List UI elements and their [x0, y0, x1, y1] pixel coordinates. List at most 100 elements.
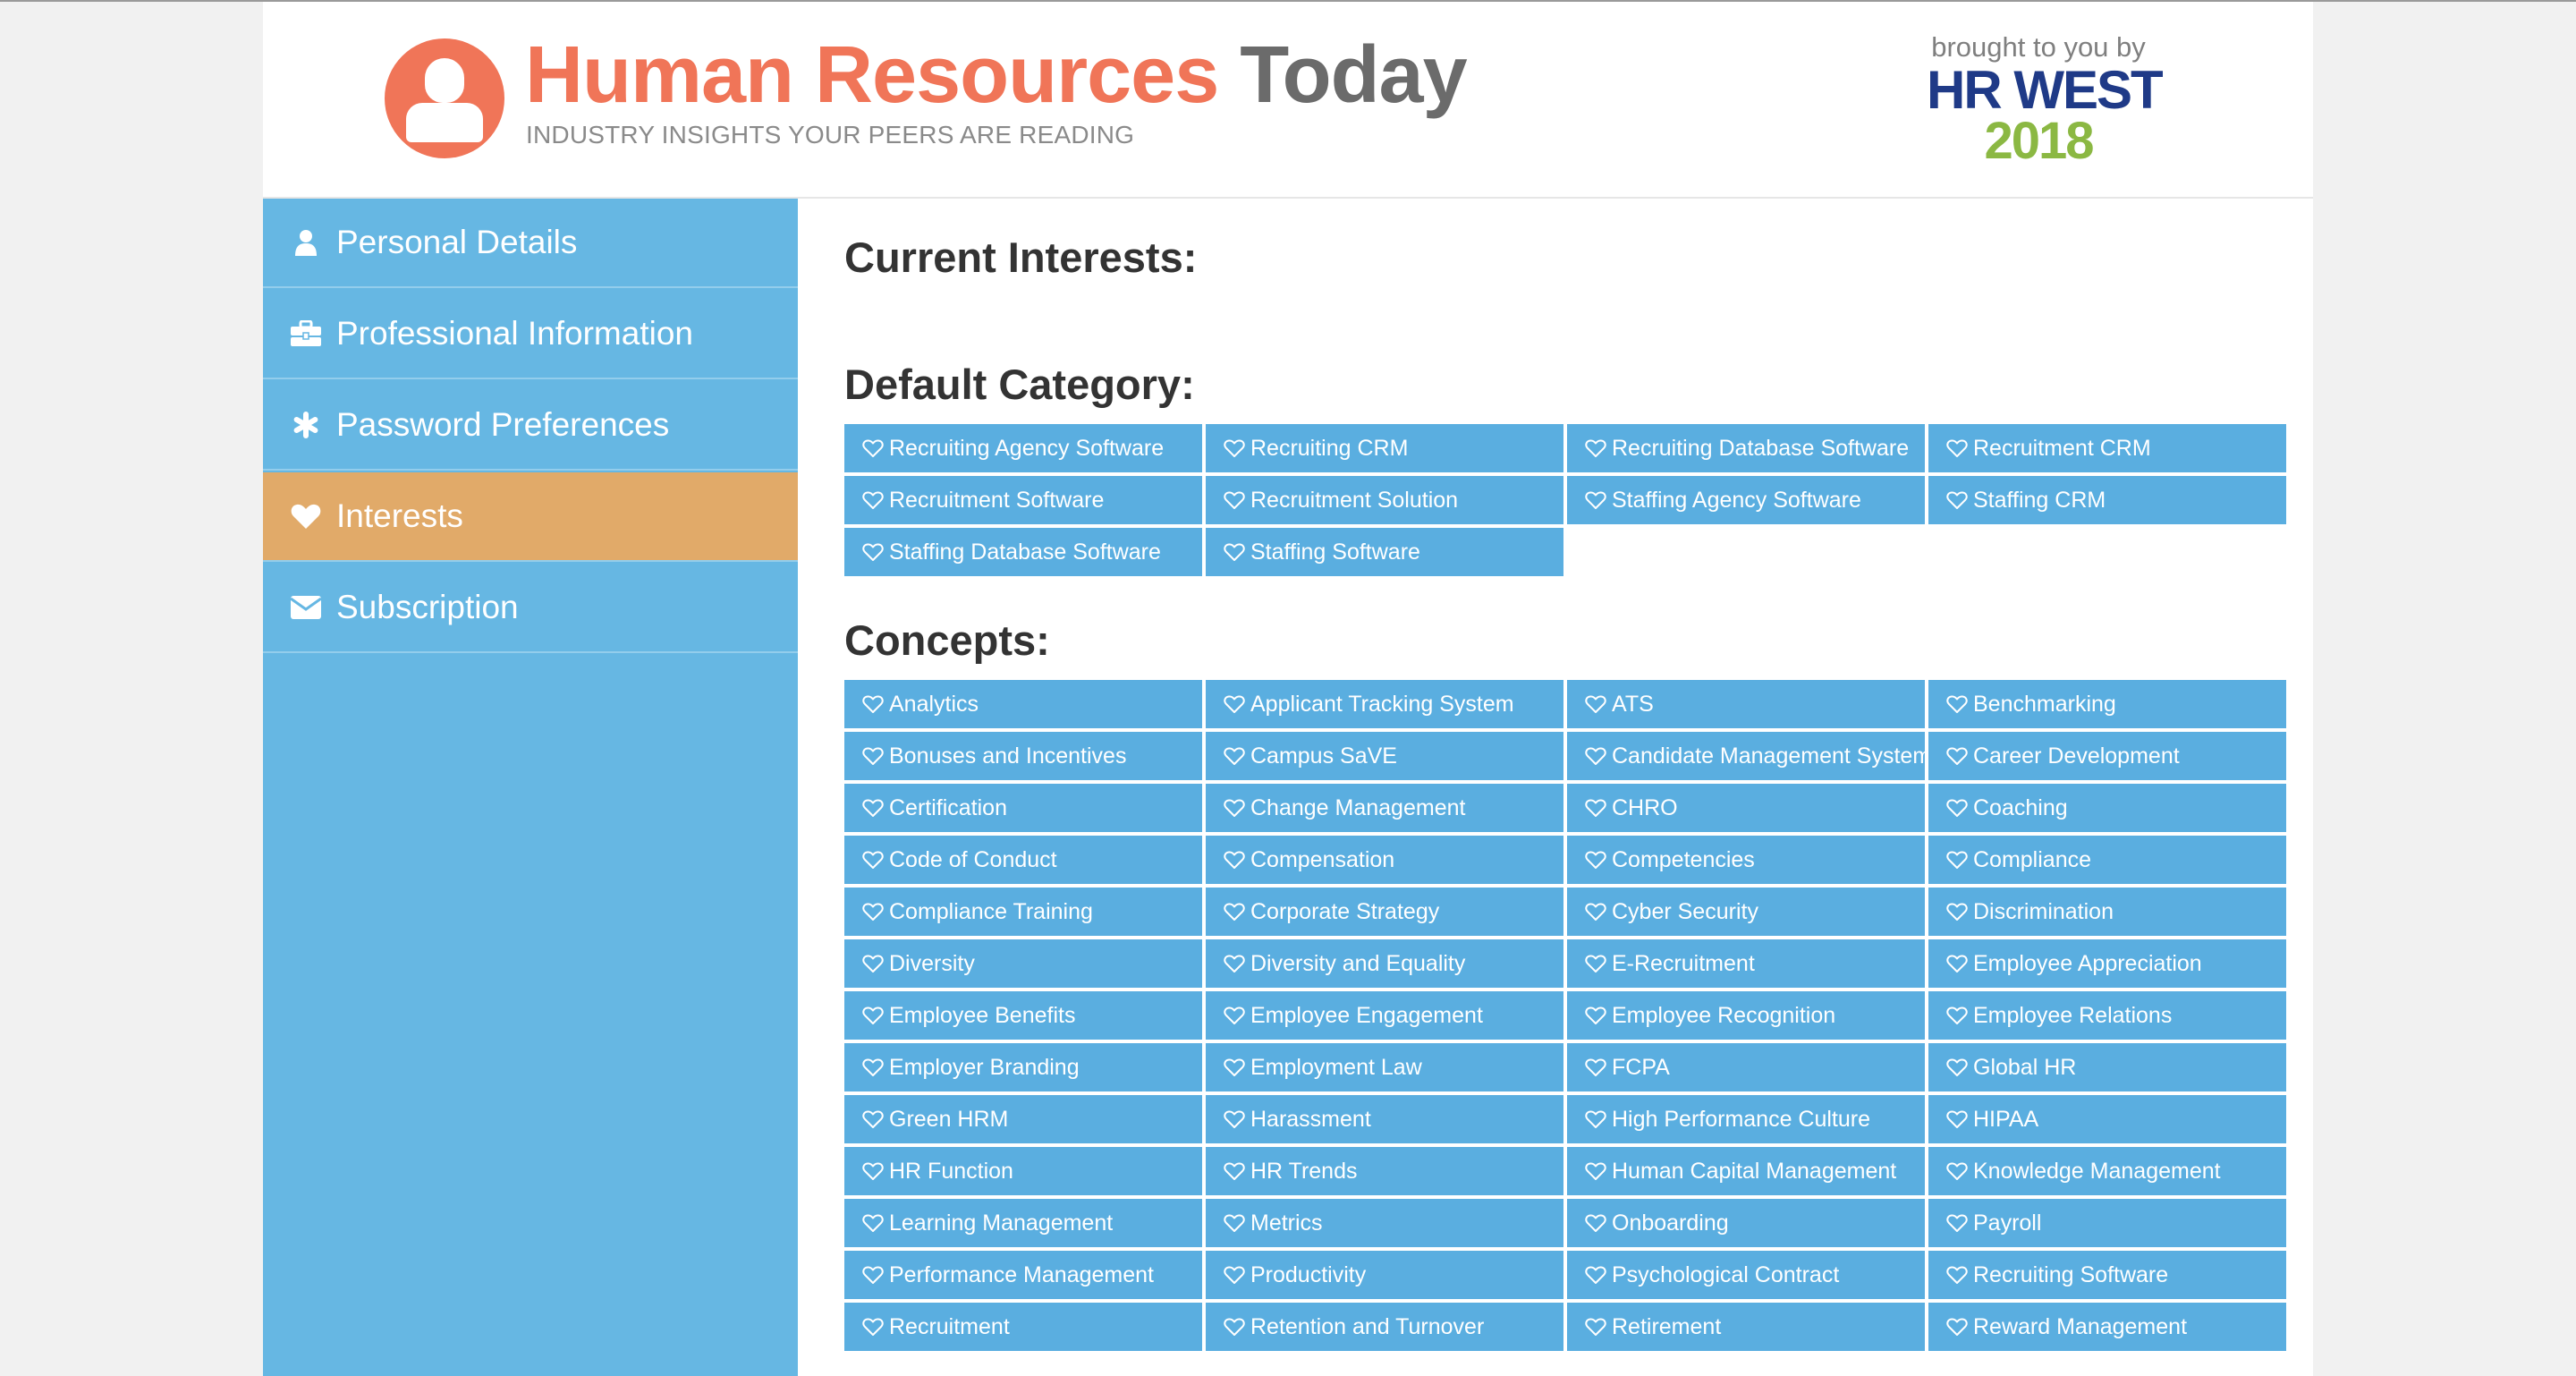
interest-tag[interactable]: Staffing Software [1206, 528, 1563, 576]
interest-tag[interactable]: Coaching [1928, 784, 2286, 832]
sidebar-item-personal-details[interactable]: Personal Details [263, 199, 798, 288]
interest-tag-label: Metrics [1250, 1210, 1323, 1236]
interest-tag[interactable]: High Performance Culture [1567, 1095, 1925, 1143]
interest-tag[interactable]: HIPAA [1928, 1095, 2286, 1143]
heart-outline-icon [1585, 747, 1606, 765]
interest-tag[interactable]: Human Capital Management [1567, 1147, 1925, 1195]
interest-tag[interactable]: Employee Engagement [1206, 991, 1563, 1040]
interest-tag-label: Recruiting Agency Software [889, 435, 1165, 461]
interest-tag[interactable]: Employee Appreciation [1928, 939, 2286, 988]
sponsor-logo[interactable]: brought to you by HR WEST 2018 [1927, 31, 2164, 175]
interest-tag[interactable]: Competencies [1567, 836, 1925, 884]
heart-outline-icon [862, 799, 884, 817]
interest-tag[interactable]: Diversity and Equality [1206, 939, 1563, 988]
interest-tag[interactable]: Recruitment CRM [1928, 424, 2286, 472]
interest-tag[interactable]: Recruitment [844, 1303, 1202, 1351]
heart-outline-icon [1585, 1007, 1606, 1024]
heart-outline-icon [1585, 1318, 1606, 1336]
interest-tag[interactable]: Corporate Strategy [1206, 888, 1563, 936]
interest-tag[interactable]: Learning Management [844, 1199, 1202, 1247]
interest-tag-label: Global HR [1973, 1054, 2077, 1080]
interest-tag-label: Campus SaVE [1250, 743, 1397, 769]
heart-outline-icon [862, 1007, 884, 1024]
interest-tag[interactable]: Recruitment Solution [1206, 476, 1563, 524]
person-logo-icon[interactable] [385, 38, 504, 158]
interest-tag[interactable]: Recruiting CRM [1206, 424, 1563, 472]
interest-tag[interactable]: CHRO [1567, 784, 1925, 832]
interest-tag[interactable]: Compliance [1928, 836, 2286, 884]
sidebar-item-subscription[interactable]: Subscription [263, 564, 798, 653]
sidebar-item-password-preferences[interactable]: Password Preferences [263, 381, 798, 471]
interest-tag[interactable]: Code of Conduct [844, 836, 1202, 884]
interest-tag[interactable]: Onboarding [1567, 1199, 1925, 1247]
interest-tag[interactable]: Cyber Security [1567, 888, 1925, 936]
interest-tag[interactable]: Global HR [1928, 1043, 2286, 1091]
interest-tag[interactable]: Campus SaVE [1206, 732, 1563, 780]
interest-tag[interactable]: Recruiting Database Software [1567, 424, 1925, 472]
site-title-part2: Today [1240, 30, 1467, 120]
interest-tag[interactable]: Employee Relations [1928, 991, 2286, 1040]
interest-tag[interactable]: Psychological Contract [1567, 1251, 1925, 1299]
heart-outline-icon [1946, 851, 1968, 869]
interest-tag[interactable]: Compliance Training [844, 888, 1202, 936]
interest-tag[interactable]: Recruiting Software [1928, 1251, 2286, 1299]
interest-tag-label: Analytics [889, 691, 979, 717]
heart-outline-icon [1946, 491, 1968, 509]
interest-tag[interactable]: ATS [1567, 680, 1925, 728]
heart-outline-icon [862, 747, 884, 765]
interest-tag[interactable]: Performance Management [844, 1251, 1202, 1299]
sponsor-text: brought to you by [1931, 31, 2146, 63]
interest-tag[interactable]: Payroll [1928, 1199, 2286, 1247]
sidebar-item-interests[interactable]: Interests [263, 472, 798, 562]
interest-tag[interactable]: Productivity [1206, 1251, 1563, 1299]
interest-tag-label: Candidate Management System [1612, 743, 1925, 769]
interest-tag[interactable]: Change Management [1206, 784, 1563, 832]
envelope-icon [290, 595, 322, 620]
heart-outline-icon [862, 1214, 884, 1232]
interest-tag[interactable]: Metrics [1206, 1199, 1563, 1247]
interest-tag[interactable]: Staffing CRM [1928, 476, 2286, 524]
interest-tag[interactable]: Applicant Tracking System [1206, 680, 1563, 728]
heart-outline-icon [1224, 1007, 1245, 1024]
interest-tag[interactable]: Certification [844, 784, 1202, 832]
interest-tag-label: Staffing Software [1250, 539, 1420, 565]
interest-tag-label: Diversity [889, 950, 975, 976]
interest-tag[interactable]: Benchmarking [1928, 680, 2286, 728]
interest-tag[interactable]: Staffing Database Software [844, 528, 1202, 576]
site-title[interactable]: Human Resources Today [525, 30, 1468, 120]
interest-tag[interactable]: Candidate Management System [1567, 732, 1925, 780]
interest-tag[interactable]: Staffing Agency Software [1567, 476, 1925, 524]
interest-tag[interactable]: Retention and Turnover [1206, 1303, 1563, 1351]
heart-outline-icon [862, 1110, 884, 1128]
heart-outline-icon [862, 903, 884, 921]
interest-tag[interactable]: Diversity [844, 939, 1202, 988]
interest-tag[interactable]: Employee Recognition [1567, 991, 1925, 1040]
heart-outline-icon [1585, 1214, 1606, 1232]
interest-tag[interactable]: Career Development [1928, 732, 2286, 780]
interest-tag[interactable]: FCPA [1567, 1043, 1925, 1091]
interest-tag[interactable]: HR Trends [1206, 1147, 1563, 1195]
heart-outline-icon [1946, 1318, 1968, 1336]
interest-tag[interactable]: Retirement [1567, 1303, 1925, 1351]
interest-tag[interactable]: Employment Law [1206, 1043, 1563, 1091]
heart-outline-icon [1585, 1266, 1606, 1284]
interest-tag[interactable]: Reward Management [1928, 1303, 2286, 1351]
interest-tag[interactable]: Recruitment Software [844, 476, 1202, 524]
sidebar-item-professional-information[interactable]: Professional Information [263, 290, 798, 379]
interest-tag[interactable]: Employee Benefits [844, 991, 1202, 1040]
interest-tag[interactable]: E-Recruitment [1567, 939, 1925, 988]
current-interests-heading: Current Interests: [844, 234, 1198, 281]
interest-tag[interactable]: HR Function [844, 1147, 1202, 1195]
interest-tag[interactable]: Harassment [1206, 1095, 1563, 1143]
interest-tag[interactable]: Compensation [1206, 836, 1563, 884]
interest-tag[interactable]: Bonuses and Incentives [844, 732, 1202, 780]
heart-outline-icon [1946, 1110, 1968, 1128]
interest-tag[interactable]: Discrimination [1928, 888, 2286, 936]
heart-outline-icon [1224, 1318, 1245, 1336]
interest-tag[interactable]: Recruiting Agency Software [844, 424, 1202, 472]
asterisk-icon [290, 412, 322, 438]
interest-tag[interactable]: Analytics [844, 680, 1202, 728]
interest-tag[interactable]: Employer Branding [844, 1043, 1202, 1091]
interest-tag[interactable]: Knowledge Management [1928, 1147, 2286, 1195]
interest-tag[interactable]: Green HRM [844, 1095, 1202, 1143]
